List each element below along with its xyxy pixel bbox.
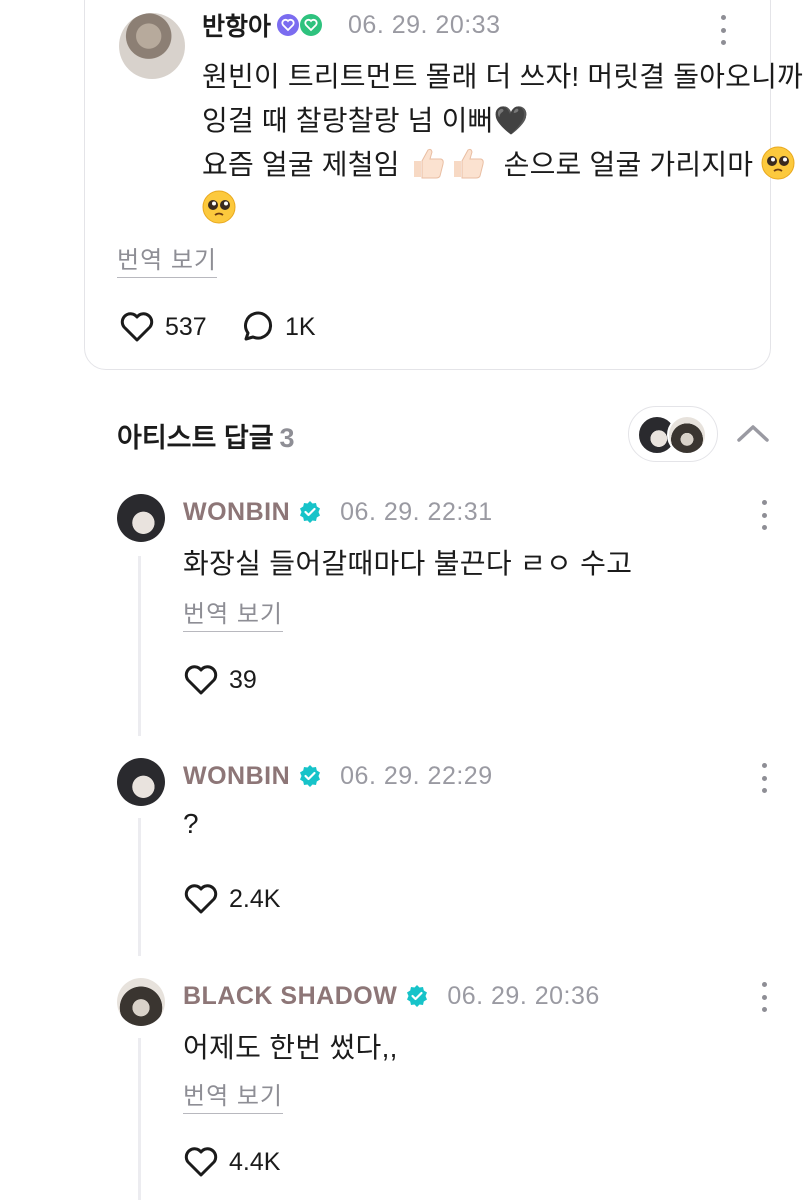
reply-like-button[interactable]: 4.4K (183, 1146, 280, 1178)
reply-author-name[interactable]: WONBIN (183, 762, 290, 791)
post-card: 반항아 06. 29. 20:33 원빈이 트리트먼트 몰래 더 쓰자! 머릿결… (84, 0, 803, 370)
reply-header: WONBIN 06. 29. 22:31 (183, 496, 493, 528)
reply-translate-link[interactable]: 번역 보기 (183, 594, 283, 632)
post-line-3-text: 요즘 얼굴 제철임 (202, 149, 400, 180)
reply-author-name[interactable]: BLACK SHADOW (183, 982, 397, 1011)
pleading-face-emoji-icon (761, 146, 795, 180)
reply-more-options-icon[interactable] (760, 763, 768, 793)
reply-translate-link[interactable]: 번역 보기 (183, 1076, 283, 1114)
thread-line (138, 1038, 141, 1200)
reply-author-avatar[interactable] (117, 494, 165, 542)
post-translate-link[interactable]: 번역 보기 (117, 240, 217, 278)
verified-badge-icon (300, 765, 321, 787)
post-author-avatar[interactable] (119, 13, 185, 79)
reply-author-avatar[interactable] (117, 978, 165, 1026)
post-body: 원빈이 트리트먼트 몰래 더 쓰자! 머릿결 돌아오니까 잉걸 때 찰랑찰랑 넘… (202, 55, 805, 231)
reply-more-options-icon[interactable] (760, 982, 768, 1012)
post-line-1: 원빈이 트리트먼트 몰래 더 쓰자! 머릿결 돌아오니까 (202, 61, 804, 92)
verified-badge-icon (300, 501, 321, 523)
post-author-name[interactable]: 반항아 (202, 7, 271, 43)
thread-line (138, 556, 141, 736)
reply-text: ? (183, 808, 199, 839)
artist-avatar-stack[interactable] (628, 406, 718, 462)
verified-badge-icon (407, 985, 428, 1007)
reply-like-button[interactable]: 2.4K (183, 883, 280, 915)
artist-replies-title: 아티스트 답글 3 (117, 416, 295, 455)
dotted-heart-badge-icon (277, 14, 300, 36)
reply-header: BLACK SHADOW 06. 29. 20:36 (183, 980, 600, 1012)
reply-like-button[interactable]: 39 (183, 664, 257, 696)
post-comment-button[interactable]: 1K (241, 311, 316, 343)
heart-icon (184, 884, 218, 914)
heart-icon (184, 1147, 218, 1177)
post-timestamp: 06. 29. 20:33 (348, 10, 501, 39)
reply-timestamp: 06. 29. 20:36 (447, 981, 600, 1010)
thumbs-up-emoji-icon (453, 148, 484, 179)
thread-line (138, 818, 141, 956)
post-line-5 (202, 187, 805, 231)
post-comment-count: 1K (285, 312, 316, 341)
reply-like-count: 4.4K (229, 1147, 281, 1176)
post-like-button[interactable]: 537 (119, 311, 207, 343)
artist-avatar (667, 415, 707, 455)
post-more-options-icon[interactable] (719, 15, 727, 45)
thumbs-up-emoji-icon (413, 148, 444, 179)
comment-bubble-icon (244, 311, 272, 341)
green-heart-badge-icon (300, 14, 323, 36)
reply-like-count: 2.4K (229, 884, 281, 913)
reply-text: 어제도 한번 썼다,, (183, 1032, 398, 1063)
artist-replies-label: 아티스트 답글 (117, 423, 274, 453)
post-author-badges (277, 14, 323, 36)
reply-timestamp: 06. 29. 22:29 (340, 761, 493, 790)
heart-icon (120, 312, 154, 342)
reply-header: WONBIN 06. 29. 22:29 (183, 760, 493, 792)
reply-author-avatar[interactable] (117, 758, 165, 806)
chevron-up-icon[interactable] (736, 420, 770, 446)
reply-like-count: 39 (229, 665, 257, 694)
post-line-2: 잉걸 때 찰랑찰랑 넘 이뻐🖤 (202, 105, 529, 136)
heart-icon (184, 665, 218, 695)
post-line-4-text: 손으로 얼굴 가리지마 (503, 149, 754, 180)
post-like-count: 537 (165, 312, 207, 341)
reply-author-name[interactable]: WONBIN (183, 498, 290, 527)
pleading-face-emoji-icon (202, 190, 236, 224)
reply-timestamp: 06. 29. 22:31 (340, 497, 493, 526)
post-header: 반항아 06. 29. 20:33 (202, 7, 501, 43)
reply-more-options-icon[interactable] (760, 500, 768, 530)
artist-replies-count: 3 (279, 423, 295, 453)
reply-text: 화장실 들어갈때마다 불끈다 ㄹㅇ 수고 (183, 548, 633, 579)
post-line-3: 요즘 얼굴 제철임 손으로 얼굴 가리지마 (202, 143, 805, 187)
